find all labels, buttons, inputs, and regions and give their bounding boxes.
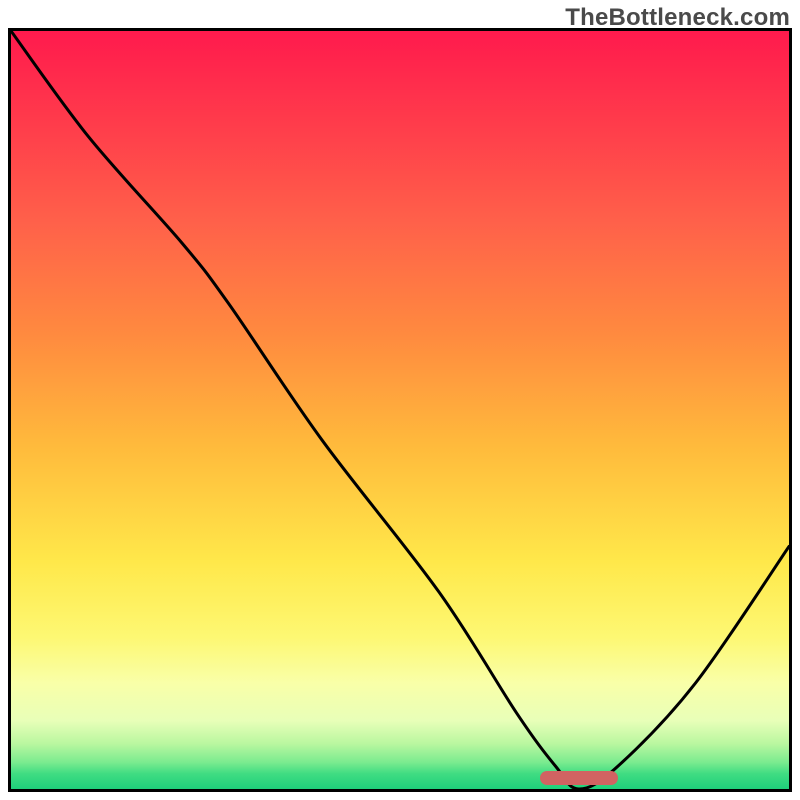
chart-frame: TheBottleneck.com [0,0,800,800]
bottleneck-curve [11,31,789,789]
chart-area [11,31,789,789]
chart-border [8,28,792,792]
optimal-zone-marker [540,771,618,785]
